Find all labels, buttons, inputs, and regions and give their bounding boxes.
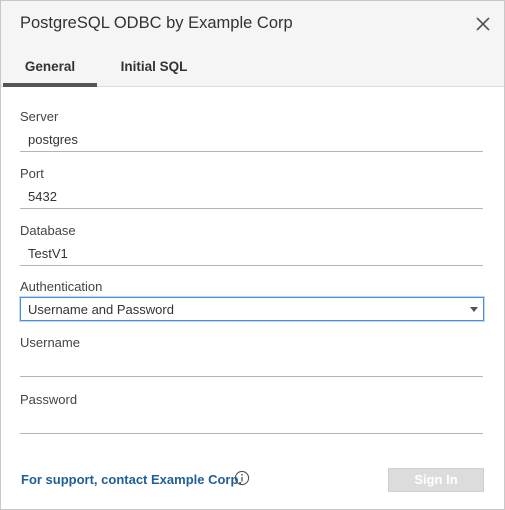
password-input[interactable]: [20, 410, 483, 434]
dialog-header: PostgreSQL ODBC by Example Corp General …: [1, 1, 504, 87]
port-input[interactable]: [20, 185, 483, 209]
sign-in-button[interactable]: Sign In: [388, 468, 484, 492]
authentication-select[interactable]: Username and Password: [20, 297, 484, 321]
tab-general[interactable]: General: [3, 59, 97, 74]
info-icon[interactable]: [234, 470, 250, 486]
connection-dialog: PostgreSQL ODBC by Example Corp General …: [0, 0, 505, 510]
server-label: Server: [20, 109, 59, 124]
password-label: Password: [20, 392, 78, 407]
port-label: Port: [20, 166, 44, 181]
dialog-title: PostgreSQL ODBC by Example Corp: [20, 14, 293, 32]
username-label: Username: [20, 335, 80, 350]
database-input[interactable]: [20, 242, 483, 266]
authentication-selected-value: Username and Password: [28, 302, 174, 317]
active-tab-indicator: [3, 83, 97, 87]
authentication-label: Authentication: [20, 279, 103, 294]
database-label: Database: [20, 223, 76, 238]
server-input[interactable]: [20, 128, 483, 152]
support-link[interactable]: For support, contact Example Corp.: [21, 472, 242, 487]
username-input[interactable]: [20, 353, 483, 377]
close-button[interactable]: [472, 13, 494, 35]
close-icon: [476, 17, 490, 31]
tab-initial-sql[interactable]: Initial SQL: [107, 59, 201, 74]
chevron-down-icon: [470, 307, 478, 312]
